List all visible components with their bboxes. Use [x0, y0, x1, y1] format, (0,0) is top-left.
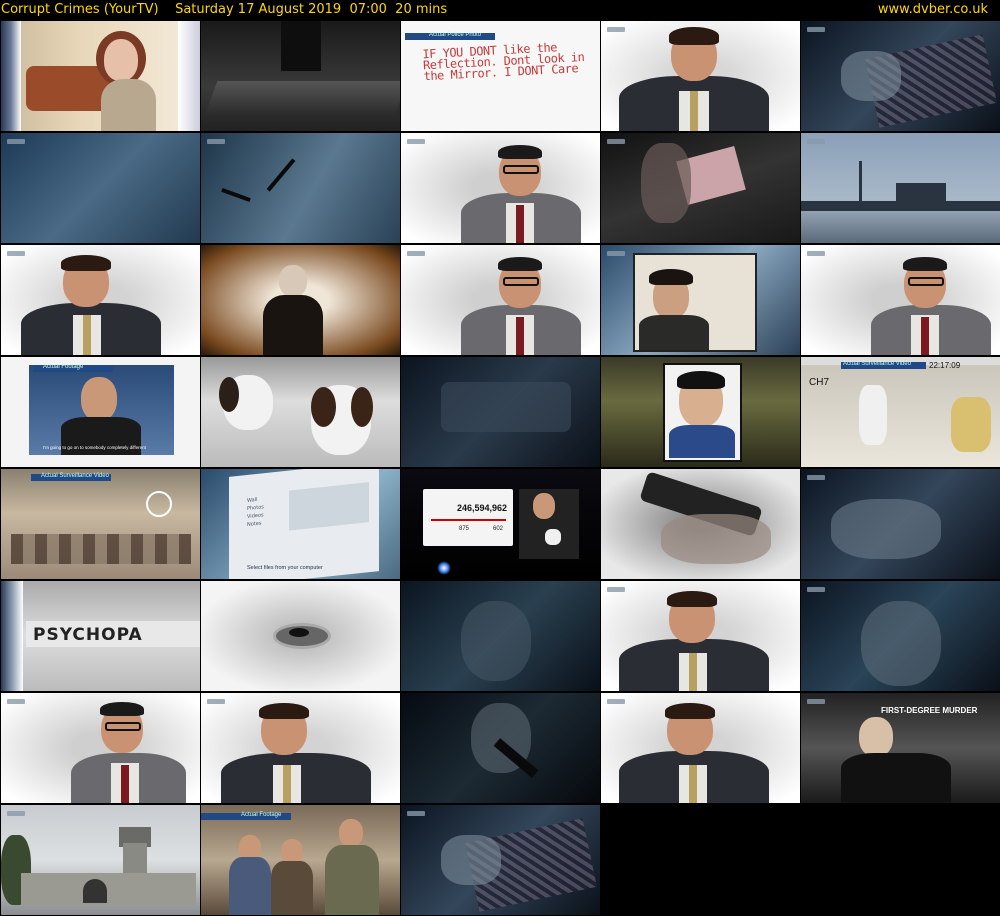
like-count: 875 — [459, 526, 470, 532]
thumbnail-29[interactable] — [601, 581, 800, 691]
caption-actual-footage-2: Actual Footage — [241, 812, 282, 818]
thumbnail-3[interactable]: Actual Police Photo IF YOU DONT like the… — [401, 21, 600, 131]
thumbnail-13[interactable] — [401, 245, 600, 355]
caption-police-photo: Actual Police Photo — [429, 32, 482, 38]
thumbnail-32[interactable] — [201, 693, 400, 803]
thumbnail-35[interactable]: FIRST-DEGREE MURDER — [801, 693, 1000, 803]
thumbnail-25[interactable] — [801, 469, 1000, 579]
caption-actual-footage: Actual Footage — [43, 364, 84, 370]
channel-logo-icon — [607, 587, 625, 592]
thumbnail-4[interactable] — [601, 21, 800, 131]
thumbnail-17[interactable] — [201, 357, 400, 467]
caption-surveillance: Actual Surveillance Video — [843, 361, 911, 367]
caption-subtitle: I'm going to go on to somebody completel… — [43, 445, 146, 450]
upload-menu: Wall Photos Videos Notes — [247, 493, 287, 529]
thumbnail-6[interactable] — [1, 133, 200, 243]
caption-select-files: Select files from your computer — [247, 565, 323, 571]
thumbnail-1[interactable] — [1, 21, 200, 131]
channel-logo-icon — [607, 699, 625, 704]
thumbnail-7[interactable] — [201, 133, 400, 243]
channel-logo-icon — [607, 27, 625, 32]
channel-logo-icon — [607, 251, 625, 256]
thumbnail-38[interactable] — [401, 805, 600, 915]
thumbnail-14[interactable] — [601, 245, 800, 355]
thumbnail-28[interactable] — [401, 581, 600, 691]
thumbnail-10[interactable] — [801, 133, 1000, 243]
handwritten-note: IF YOU DONT like the Reflection. Dont lo… — [422, 40, 585, 84]
channel-logo-icon — [407, 811, 425, 816]
caption-surveillance-2: Actual Surveillance Video — [41, 473, 109, 479]
header-bar: Corrupt Crimes (YourTV) Saturday 17 Augu… — [0, 0, 1000, 20]
caption-first-degree: FIRST-DEGREE MURDER — [881, 706, 978, 715]
thumbnail-24[interactable] — [601, 469, 800, 579]
channel-logo-icon — [207, 139, 225, 144]
channel-logo-icon — [7, 251, 25, 256]
channel-logo-icon — [807, 139, 825, 144]
thumbnail-11[interactable] — [1, 245, 200, 355]
thumbnail-37[interactable]: Actual Footage — [201, 805, 400, 915]
broadcast-datetime: Saturday 17 August 2019 07:00 20 mins — [175, 2, 448, 17]
programme-info: Corrupt Crimes (YourTV) Saturday 17 Augu… — [1, 0, 447, 19]
channel-logo-icon — [7, 699, 25, 704]
thumbnail-22[interactable]: Wall Photos Videos Notes Select files fr… — [201, 469, 400, 579]
channel-logo-icon — [807, 587, 825, 592]
channel-logo-icon — [7, 139, 25, 144]
thumbnail-19[interactable] — [601, 357, 800, 467]
caption-channel: CH7 — [809, 377, 830, 388]
programme-title: Corrupt Crimes (YourTV) — [1, 2, 159, 17]
channel-logo-icon — [807, 475, 825, 480]
psychopath-text: PSYCHOPA — [33, 625, 143, 645]
thumbnail-8[interactable] — [401, 133, 600, 243]
channel-logo-icon — [7, 811, 25, 816]
view-count: 246,594,962 — [457, 503, 508, 513]
thumbnail-16[interactable]: Actual Footage I'm going to go on to som… — [1, 357, 200, 467]
thumbnail-26[interactable]: PSYCHOPA — [1, 581, 200, 691]
thumbnail-20[interactable]: Actual Surveillance Video 22:17:09 CH7 — [801, 357, 1000, 467]
thumbnail-9[interactable] — [601, 133, 800, 243]
channel-logo-icon — [207, 699, 225, 704]
thumbnail-34[interactable] — [601, 693, 800, 803]
caption-timestamp: 22:17:09 — [929, 361, 961, 370]
thumbnail-27[interactable] — [201, 581, 400, 691]
channel-logo-icon — [807, 27, 825, 32]
thumbnail-33[interactable] — [401, 693, 600, 803]
thumbnail-36[interactable] — [1, 805, 200, 915]
thumbnail-5[interactable] — [801, 21, 1000, 131]
thumbnail-23[interactable]: 246,594,962 875 602 — [401, 469, 600, 579]
thumbnail-12[interactable] — [201, 245, 400, 355]
thumbnail-15[interactable] — [801, 245, 1000, 355]
thumbnail-2[interactable] — [201, 21, 400, 131]
dislike-count: 602 — [493, 526, 504, 532]
channel-logo-icon — [407, 139, 425, 144]
thumbnail-30[interactable] — [801, 581, 1000, 691]
thumbnail-18[interactable] — [401, 357, 600, 467]
channel-logo-icon — [807, 699, 825, 704]
channel-logo-icon — [807, 251, 825, 256]
channel-logo-icon — [607, 139, 625, 144]
channel-logo-icon — [407, 251, 425, 256]
thumbnail-31[interactable] — [1, 693, 200, 803]
site-link[interactable]: www.dvber.co.uk — [878, 0, 988, 19]
thumbnail-21[interactable]: Actual Surveillance Video — [1, 469, 200, 579]
